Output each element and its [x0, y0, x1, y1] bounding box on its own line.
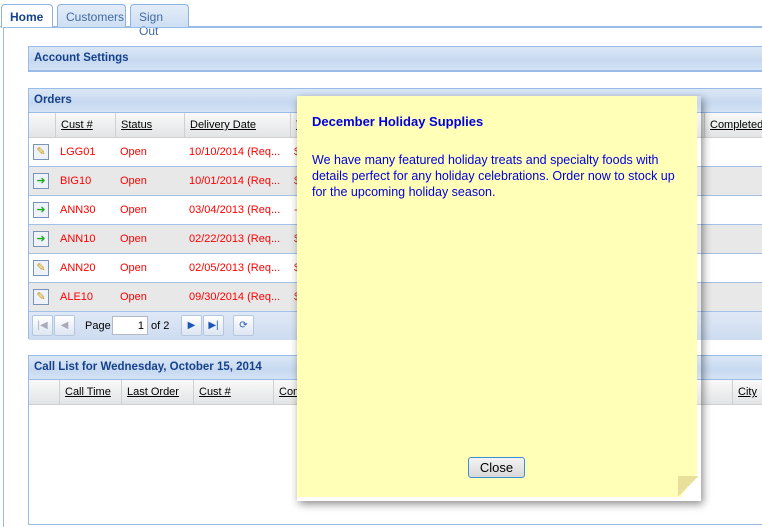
delivery-date-cell: 10/01/2014 (Req...: [189, 175, 281, 187]
col-completed[interactable]: Completed: [704, 113, 762, 137]
page-input[interactable]: [112, 316, 148, 335]
status-cell: Open: [120, 146, 147, 158]
status-cell: Open: [120, 262, 147, 274]
page-count: of 2: [151, 320, 170, 332]
col-cust[interactable]: Cust #: [193, 380, 273, 404]
col-status[interactable]: Status: [115, 113, 184, 137]
go-icon[interactable]: ➜: [33, 231, 49, 247]
page-curl: [678, 476, 698, 497]
account-settings-panel[interactable]: Account Settings: [28, 46, 762, 72]
prev-page-button[interactable]: ◀: [54, 315, 75, 336]
first-page-button[interactable]: |◀: [32, 315, 53, 336]
delivery-date-cell: 09/30/2014 (Req...: [189, 291, 281, 303]
cust-cell: ANN20: [60, 262, 96, 274]
account-settings-title[interactable]: Account Settings: [29, 47, 762, 71]
last-page-button[interactable]: ▶|: [203, 315, 224, 336]
page-label: Page: [85, 320, 111, 332]
edit-icon[interactable]: ✎: [33, 144, 49, 160]
cust-cell: ALE10: [60, 291, 94, 303]
delivery-date-cell: 03/04/2013 (Req...: [189, 204, 281, 216]
tab-sign-out[interactable]: Sign Out: [130, 4, 189, 38]
col-last-order[interactable]: Last Order: [121, 380, 193, 404]
col-cust[interactable]: Cust #: [55, 113, 115, 137]
status-cell: Open: [120, 175, 147, 187]
popup-title: December Holiday Supplies: [312, 114, 484, 129]
tab-bar: Home Customers Sign Out: [0, 0, 762, 38]
cust-cell: BIG10: [60, 175, 92, 187]
col-delivery-date[interactable]: Delivery Date: [184, 113, 290, 137]
edit-icon[interactable]: ✎: [33, 289, 49, 305]
refresh-icon: ⟳: [239, 320, 248, 331]
status-cell: Open: [120, 291, 147, 303]
cust-cell: ANN30: [60, 204, 96, 216]
close-button[interactable]: Close: [468, 457, 525, 478]
edit-icon[interactable]: ✎: [33, 260, 49, 276]
announcement-popup: December Holiday Supplies We have many f…: [297, 96, 697, 497]
popup-body: We have many featured holiday treats and…: [312, 153, 675, 199]
status-cell: Open: [120, 233, 147, 245]
delivery-date-cell: 02/22/2013 (Req...: [189, 233, 281, 245]
go-icon[interactable]: ➜: [33, 173, 49, 189]
cust-cell: LGG01: [60, 146, 96, 158]
delivery-date-cell: 02/05/2013 (Req...: [189, 262, 281, 274]
go-icon[interactable]: ➜: [33, 202, 49, 218]
col-call-time[interactable]: Call Time: [59, 380, 121, 404]
next-page-button[interactable]: ▶: [181, 315, 202, 336]
col-city[interactable]: City: [732, 380, 762, 404]
refresh-button[interactable]: ⟳: [233, 315, 254, 336]
tab-home[interactable]: Home: [1, 4, 53, 28]
status-cell: Open: [120, 204, 147, 216]
cust-cell: ANN10: [60, 233, 96, 245]
tab-customers[interactable]: Customers: [57, 4, 126, 27]
delivery-date-cell: 10/10/2014 (Req...: [189, 146, 281, 158]
